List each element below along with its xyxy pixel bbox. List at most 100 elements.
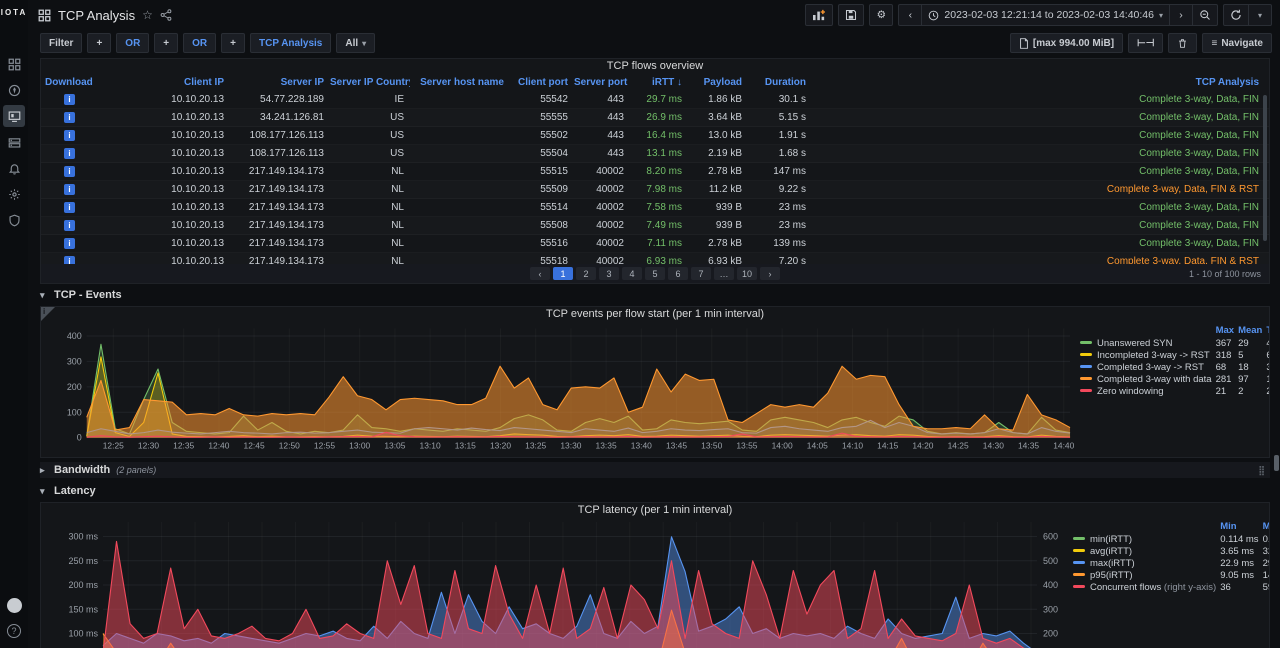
- dashboard-settings-button[interactable]: ⚙: [869, 4, 893, 26]
- column-header-duration[interactable]: Duration: [748, 77, 812, 88]
- user-avatar-icon[interactable]: [7, 598, 22, 613]
- sidebar-item-settings[interactable]: [3, 183, 25, 205]
- filter-chip-1[interactable]: +: [87, 33, 111, 53]
- legend-col-max[interactable]: Max: [1214, 324, 1236, 337]
- time-shift-forward-button[interactable]: ›: [1169, 4, 1193, 26]
- page-button-6[interactable]: 6: [668, 267, 688, 280]
- sidebar-item-alerting[interactable]: [3, 157, 25, 179]
- events-chart[interactable]: 010020030040012:2512:3012:3512:4012:4512…: [41, 322, 1078, 454]
- filter-chip-6[interactable]: TCP Analysis: [250, 33, 331, 53]
- sidebar-item-apps[interactable]: [3, 53, 25, 75]
- max-size-button[interactable]: [max 994.00 MiB]: [1010, 33, 1123, 53]
- column-header-payload[interactable]: Payload: [688, 77, 748, 88]
- settings-icon: [8, 188, 21, 201]
- cell: Complete 3-way, Data, FIN: [812, 112, 1265, 123]
- zoom-out-button[interactable]: [1192, 4, 1218, 26]
- apps-icon: [8, 58, 21, 71]
- column-header-download[interactable]: Download: [45, 77, 100, 88]
- page-button-7[interactable]: 7: [691, 267, 711, 280]
- legend-series-name[interactable]: Incompleted 3-way -> RST: [1078, 349, 1214, 361]
- page-button-10[interactable]: 10: [737, 267, 757, 280]
- download-info-icon[interactable]: i: [64, 238, 75, 249]
- legend-series-name[interactable]: p95(iRTT): [1071, 569, 1218, 581]
- page-button-4[interactable]: 4: [622, 267, 642, 280]
- time-range-picker[interactable]: 2023-02-03 12:21:14 to 2023-02-03 14:40:…: [921, 4, 1170, 26]
- legend-col-min[interactable]: Min: [1218, 520, 1260, 533]
- page-prev-button[interactable]: ‹: [530, 267, 550, 280]
- download-info-icon[interactable]: i: [64, 94, 75, 105]
- filter-chip-7[interactable]: All▾: [336, 33, 375, 53]
- refresh-interval-dropdown[interactable]: ▾: [1248, 4, 1272, 26]
- section-latency[interactable]: ▾ Latency: [40, 482, 1270, 500]
- download-info-icon[interactable]: i: [64, 166, 75, 177]
- iota-logo[interactable]: IOTA: [1, 8, 28, 17]
- legend-col-max[interactable]: Max: [1261, 520, 1270, 533]
- column-header-irtt[interactable]: iRTT ↓: [630, 77, 688, 88]
- page-button-1[interactable]: 1: [553, 267, 573, 280]
- filter-chip-2[interactable]: OR: [116, 33, 149, 53]
- security-icon: [8, 214, 21, 227]
- page-next-button[interactable]: ›: [760, 267, 780, 280]
- latency-chart[interactable]: 50 ms100 ms150 ms200 ms250 ms300 ms10020…: [41, 518, 1071, 648]
- legend-series-name[interactable]: Completed 3-way -> RST: [1078, 361, 1214, 373]
- legend-series-name[interactable]: Zero windowing: [1078, 385, 1214, 397]
- legend-col-total[interactable]: Total: [1264, 324, 1270, 337]
- section-tcp-events[interactable]: ▾ TCP - Events: [40, 286, 1270, 304]
- legend-series-name[interactable]: Concurrent flows (right y-axis): [1071, 581, 1218, 593]
- cell: NL: [330, 238, 410, 249]
- share-icon[interactable]: [160, 9, 172, 21]
- interval-button[interactable]: ⊢⊣: [1128, 33, 1163, 53]
- download-info-icon[interactable]: i: [64, 202, 75, 213]
- cell: Complete 3-way, Data, FIN: [812, 94, 1265, 105]
- column-header-client-ip[interactable]: Client IP: [100, 77, 230, 88]
- save-dashboard-button[interactable]: [838, 4, 864, 26]
- sidebar-item-explore[interactable]: [3, 79, 25, 101]
- download-info-icon[interactable]: i: [64, 112, 75, 123]
- column-header-tcp-analysis[interactable]: TCP Analysis: [812, 77, 1265, 88]
- explore-icon: [8, 84, 21, 97]
- column-header-client-port[interactable]: Client port: [510, 77, 574, 88]
- filter-chip-4[interactable]: OR: [183, 33, 216, 53]
- filter-chip-3[interactable]: +: [154, 33, 178, 53]
- table-scrollbar[interactable]: [1263, 95, 1267, 241]
- legend-col-mean[interactable]: Mean: [1236, 324, 1264, 337]
- legend-series-name[interactable]: Unanswered SYN: [1078, 337, 1214, 349]
- svg-text:12:45: 12:45: [244, 441, 265, 451]
- download-info-icon[interactable]: i: [64, 130, 75, 141]
- page-button-…[interactable]: …: [714, 267, 734, 280]
- legend-series-name[interactable]: Completed 3-way with data: [1078, 373, 1214, 385]
- page-scrollbar[interactable]: [1274, 455, 1279, 471]
- column-header-server-ip[interactable]: Server IP: [230, 77, 330, 88]
- sidebar-item-dashboard[interactable]: [3, 105, 25, 127]
- cell: 1.91 s: [748, 130, 812, 141]
- sidebar-item-security[interactable]: [3, 209, 25, 231]
- download-info-icon[interactable]: i: [64, 184, 75, 195]
- column-header-server-port[interactable]: Server port: [574, 77, 630, 88]
- drag-handle-icon[interactable]: ⣿: [1258, 465, 1266, 476]
- section-bandwidth[interactable]: ▸ Bandwidth (2 panels) ⣿: [40, 462, 1270, 478]
- legend-stat: 22.9 ms: [1218, 557, 1260, 569]
- column-header-server-host-name[interactable]: Server host name: [410, 77, 510, 88]
- legend-series-name[interactable]: min(iRTT): [1071, 533, 1218, 545]
- trash-button[interactable]: [1168, 33, 1197, 53]
- help-icon[interactable]: ?: [7, 624, 21, 638]
- sidebar-item-storage[interactable]: [3, 131, 25, 153]
- cell: 9.22 s: [748, 184, 812, 195]
- navigate-button[interactable]: ≡ Navigate: [1202, 33, 1272, 53]
- download-info-icon[interactable]: i: [64, 220, 75, 231]
- page-button-3[interactable]: 3: [599, 267, 619, 280]
- legend-series-name[interactable]: max(iRTT): [1071, 557, 1218, 569]
- legend-series-row: max(iRTT)22.9 ms292 ms86.6 ms: [1071, 557, 1270, 569]
- star-icon[interactable]: ☆: [142, 8, 153, 22]
- time-shift-back-button[interactable]: ‹: [898, 4, 922, 26]
- add-panel-button[interactable]: [805, 4, 833, 26]
- legend-series-name[interactable]: avg(iRTT): [1071, 545, 1218, 557]
- filter-chip-0[interactable]: Filter: [40, 33, 82, 53]
- page-button-5[interactable]: 5: [645, 267, 665, 280]
- panel-title: TCP events per flow start (per 1 min int…: [41, 307, 1269, 322]
- column-header-server-ip-country[interactable]: Server IP Country: [330, 77, 410, 88]
- download-info-icon[interactable]: i: [64, 148, 75, 159]
- refresh-button[interactable]: [1223, 4, 1249, 26]
- page-button-2[interactable]: 2: [576, 267, 596, 280]
- filter-chip-5[interactable]: +: [221, 33, 245, 53]
